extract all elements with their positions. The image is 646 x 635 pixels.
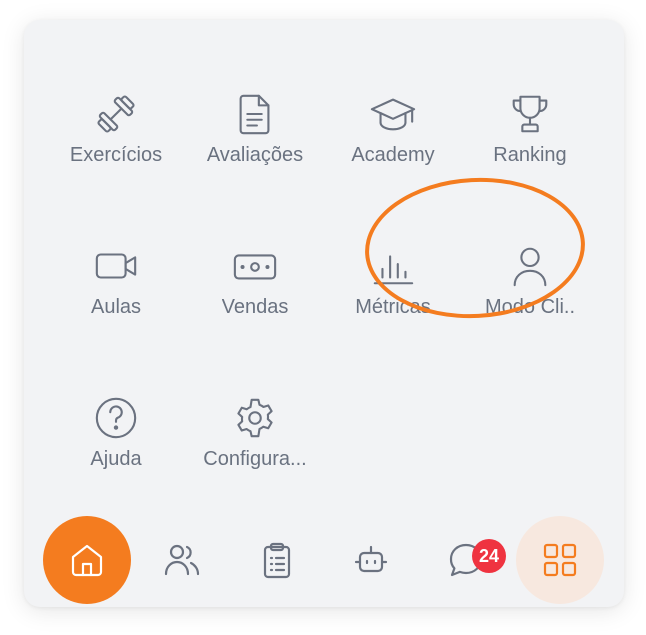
menu-item-label: Métricas — [355, 296, 431, 318]
menu-item-ajuda[interactable]: Ajuda — [41, 356, 191, 476]
help-circle-icon — [92, 394, 140, 442]
trophy-icon — [506, 90, 554, 138]
bar-chart-icon — [369, 242, 417, 290]
menu-item-label: Avaliações — [206, 144, 304, 166]
menu-item-label: Academy — [351, 144, 435, 166]
menu-item-label: Vendas — [221, 296, 289, 318]
grid-icon — [540, 540, 580, 580]
bottom-navigation: 24 — [24, 510, 624, 607]
menu-item-label: Configura... — [203, 448, 307, 470]
menu-item-label: Exercícios — [69, 144, 163, 166]
dumbbell-icon — [92, 90, 140, 138]
menu-item-label: Aulas — [90, 296, 142, 318]
users-icon — [162, 540, 202, 580]
menu-item-label: Modo Cli.. — [484, 296, 576, 318]
menu-item-configuracoes[interactable]: Configura... — [180, 356, 330, 476]
home-icon — [67, 540, 107, 580]
menu-item-aulas[interactable]: Aulas — [41, 204, 191, 324]
user-icon — [506, 242, 554, 290]
menu-item-label: Ajuda — [90, 448, 142, 470]
clipboard-icon — [257, 540, 297, 580]
nav-clipboard-button[interactable] — [233, 516, 321, 604]
nav-apps-button[interactable] — [516, 516, 604, 604]
menu-item-vendas[interactable]: Vendas — [180, 204, 330, 324]
menu-item-metricas[interactable]: Métricas — [318, 204, 468, 324]
menu-item-modo-cliente[interactable]: Modo Cli.. — [455, 204, 605, 324]
banknote-icon — [231, 242, 279, 290]
menu-item-exercicios[interactable]: Exercícios — [41, 52, 191, 172]
menu-grid: Exercícios Avaliações Academy Ranking Au… — [24, 20, 624, 500]
document-icon — [231, 90, 279, 138]
video-camera-icon — [92, 242, 140, 290]
nav-people-button[interactable] — [138, 516, 226, 604]
nav-home-button[interactable] — [43, 516, 131, 604]
robot-icon — [351, 540, 391, 580]
menu-item-academy[interactable]: Academy — [318, 52, 468, 172]
menu-panel: Exercícios Avaliações Academy Ranking Au… — [24, 20, 624, 607]
gear-icon — [231, 394, 279, 442]
nav-bot-button[interactable] — [327, 516, 415, 604]
unread-count-badge: 24 — [472, 539, 506, 573]
menu-item-label: Ranking — [493, 144, 567, 166]
menu-item-ranking[interactable]: Ranking — [455, 52, 605, 172]
menu-item-avaliacoes[interactable]: Avaliações — [180, 52, 330, 172]
graduation-cap-icon — [369, 90, 417, 138]
